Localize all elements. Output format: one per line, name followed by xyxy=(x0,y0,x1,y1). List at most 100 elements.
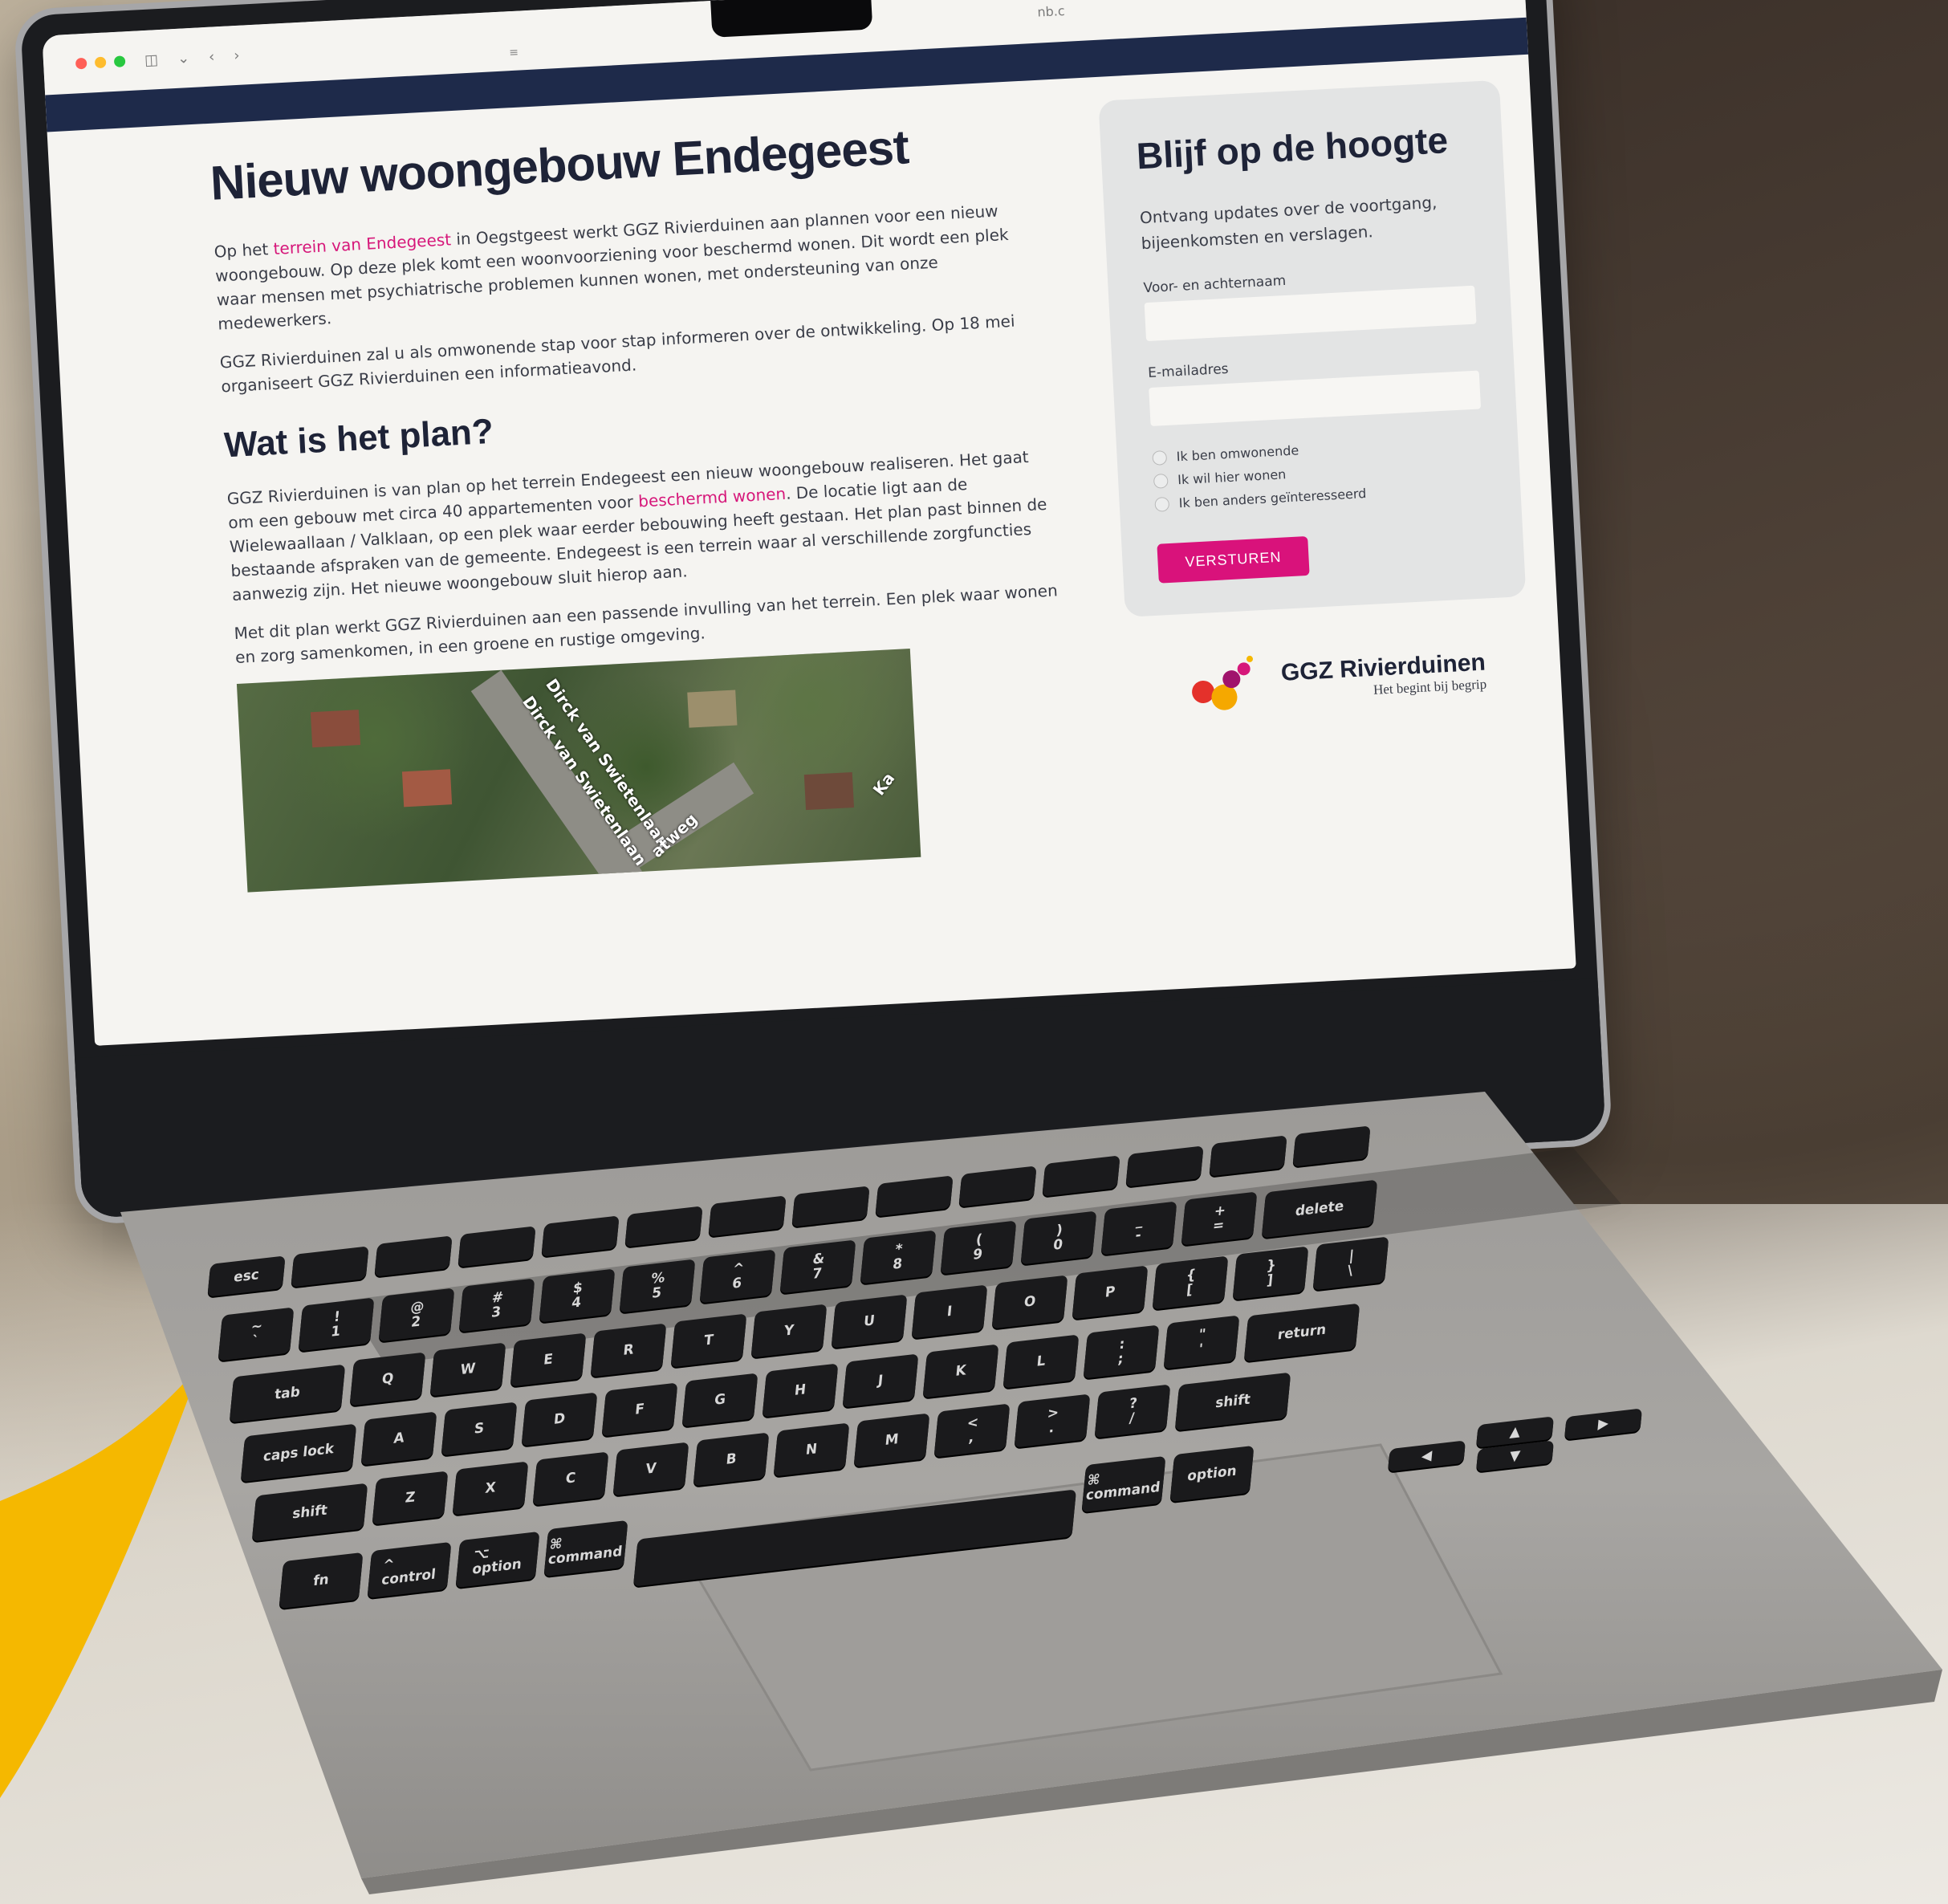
key[interactable]: Q xyxy=(349,1352,426,1406)
key[interactable] xyxy=(541,1215,620,1257)
key[interactable]: ⌘ command xyxy=(543,1520,628,1577)
key[interactable]: ) 0 xyxy=(1020,1210,1097,1265)
key[interactable]: $ 4 xyxy=(539,1268,616,1323)
radio-label: Ik wil hier wonen xyxy=(1177,466,1287,488)
key[interactable]: # 3 xyxy=(458,1278,535,1332)
key[interactable] xyxy=(875,1175,954,1217)
key[interactable]: * 8 xyxy=(860,1230,937,1284)
key[interactable]: ( 9 xyxy=(940,1220,1017,1275)
key[interactable] xyxy=(624,1205,703,1247)
key[interactable]: delete xyxy=(1261,1179,1378,1239)
key[interactable]: G xyxy=(681,1373,758,1427)
arrow-key[interactable]: ▶ xyxy=(1564,1408,1643,1440)
back-icon[interactable]: ‹ xyxy=(209,48,215,65)
key[interactable]: E xyxy=(510,1332,587,1387)
key[interactable]: M xyxy=(853,1413,930,1467)
endegeest-terrain-link[interactable]: terrein van Endegeest xyxy=(273,230,452,258)
arrow-key[interactable]: ◀ xyxy=(1387,1440,1466,1472)
key[interactable]: ? / xyxy=(1094,1384,1171,1438)
radio-label: Ik ben anders geïnteresseerd xyxy=(1178,486,1367,511)
spacebar[interactable] xyxy=(632,1489,1077,1587)
key[interactable] xyxy=(374,1235,453,1277)
key[interactable]: X xyxy=(452,1461,529,1515)
key[interactable]: J xyxy=(842,1353,919,1408)
close-window-icon[interactable] xyxy=(75,57,87,70)
key[interactable]: | \ xyxy=(1312,1236,1389,1291)
key[interactable]: D xyxy=(521,1392,598,1446)
key[interactable]: O xyxy=(991,1275,1068,1329)
sidebar-toggle-icon[interactable]: ◫ xyxy=(144,51,159,69)
key[interactable]: ⌘ command xyxy=(1081,1455,1166,1513)
key[interactable]: H xyxy=(762,1363,839,1418)
key[interactable]: I xyxy=(911,1284,988,1339)
key[interactable]: % 5 xyxy=(619,1259,696,1313)
key[interactable]: < , xyxy=(933,1403,1011,1458)
key[interactable] xyxy=(1209,1135,1287,1177)
key[interactable]: P xyxy=(1072,1265,1149,1320)
radio-button[interactable] xyxy=(1154,496,1170,512)
key[interactable]: option xyxy=(1169,1445,1255,1502)
key[interactable] xyxy=(291,1245,369,1288)
key[interactable]: S xyxy=(441,1402,518,1456)
key[interactable]: esc xyxy=(207,1255,286,1297)
key[interactable]: : ; xyxy=(1083,1324,1160,1379)
key[interactable]: > . xyxy=(1014,1393,1091,1448)
key[interactable] xyxy=(958,1165,1037,1207)
key[interactable]: & 7 xyxy=(779,1239,856,1294)
address-bar[interactable]: nb.c xyxy=(1037,3,1065,20)
key[interactable]: shift xyxy=(1174,1372,1291,1431)
key[interactable] xyxy=(1125,1145,1204,1187)
key[interactable]: B xyxy=(693,1432,770,1487)
key[interactable]: @ 2 xyxy=(378,1288,455,1342)
radio-button[interactable] xyxy=(1152,450,1168,466)
key[interactable]: Z xyxy=(372,1471,449,1525)
map-roof xyxy=(687,690,738,728)
article: Nieuw woongebouw Endegeest Op het terrei… xyxy=(209,112,1073,893)
key[interactable]: W xyxy=(429,1342,506,1397)
submit-button[interactable]: VERSTUREN xyxy=(1157,535,1310,584)
key[interactable] xyxy=(791,1185,870,1227)
ggz-logo[interactable]: GGZ Rivierduinen Het begint bij begrip xyxy=(1184,637,1532,718)
email-input[interactable] xyxy=(1149,370,1482,426)
key[interactable]: F xyxy=(601,1382,678,1437)
key[interactable]: R xyxy=(590,1323,667,1377)
key[interactable]: ! 1 xyxy=(298,1297,375,1352)
key[interactable]: fn xyxy=(279,1552,364,1609)
key[interactable]: C xyxy=(532,1451,609,1506)
key[interactable]: ⌥ option xyxy=(455,1531,540,1588)
plan-paragraph: GGZ Rivierduinen is van plan op het terr… xyxy=(226,443,1058,607)
key[interactable]: Y xyxy=(750,1304,828,1358)
key[interactable]: ^ control xyxy=(367,1541,452,1598)
key[interactable]: return xyxy=(1243,1303,1360,1362)
map-street-label: Ka xyxy=(868,768,899,799)
key[interactable]: { [ xyxy=(1152,1255,1229,1310)
key[interactable] xyxy=(458,1225,536,1267)
key[interactable] xyxy=(708,1195,787,1237)
key[interactable]: tab xyxy=(229,1364,346,1423)
key[interactable]: ^ 6 xyxy=(699,1249,776,1304)
minimize-window-icon[interactable] xyxy=(94,56,107,69)
name-input[interactable] xyxy=(1144,285,1477,342)
key[interactable]: _ - xyxy=(1100,1201,1177,1255)
key[interactable]: N xyxy=(773,1422,850,1477)
key[interactable]: caps lock xyxy=(240,1423,357,1483)
maximize-window-icon[interactable] xyxy=(113,55,126,67)
key[interactable]: L xyxy=(1002,1334,1080,1389)
key[interactable]: V xyxy=(612,1442,689,1496)
key[interactable] xyxy=(1042,1155,1120,1197)
key[interactable] xyxy=(1292,1125,1371,1167)
key[interactable]: A xyxy=(360,1411,437,1466)
key[interactable]: U xyxy=(831,1294,908,1349)
key[interactable]: ~ ` xyxy=(218,1307,295,1361)
chevron-down-icon[interactable]: ⌄ xyxy=(177,50,189,67)
key[interactable]: " ' xyxy=(1163,1315,1240,1369)
key[interactable]: + = xyxy=(1181,1191,1258,1246)
aerial-map[interactable]: Dirck van Swietenlaan Dirck van Swietenl… xyxy=(236,649,921,893)
key[interactable]: shift xyxy=(251,1483,368,1542)
key[interactable]: } ] xyxy=(1232,1246,1309,1300)
forward-icon[interactable]: › xyxy=(234,47,240,63)
radio-button[interactable] xyxy=(1153,473,1169,489)
key[interactable]: K xyxy=(922,1344,999,1398)
key[interactable]: T xyxy=(670,1313,747,1368)
beschermd-wonen-link[interactable]: beschermd wonen xyxy=(638,484,787,511)
